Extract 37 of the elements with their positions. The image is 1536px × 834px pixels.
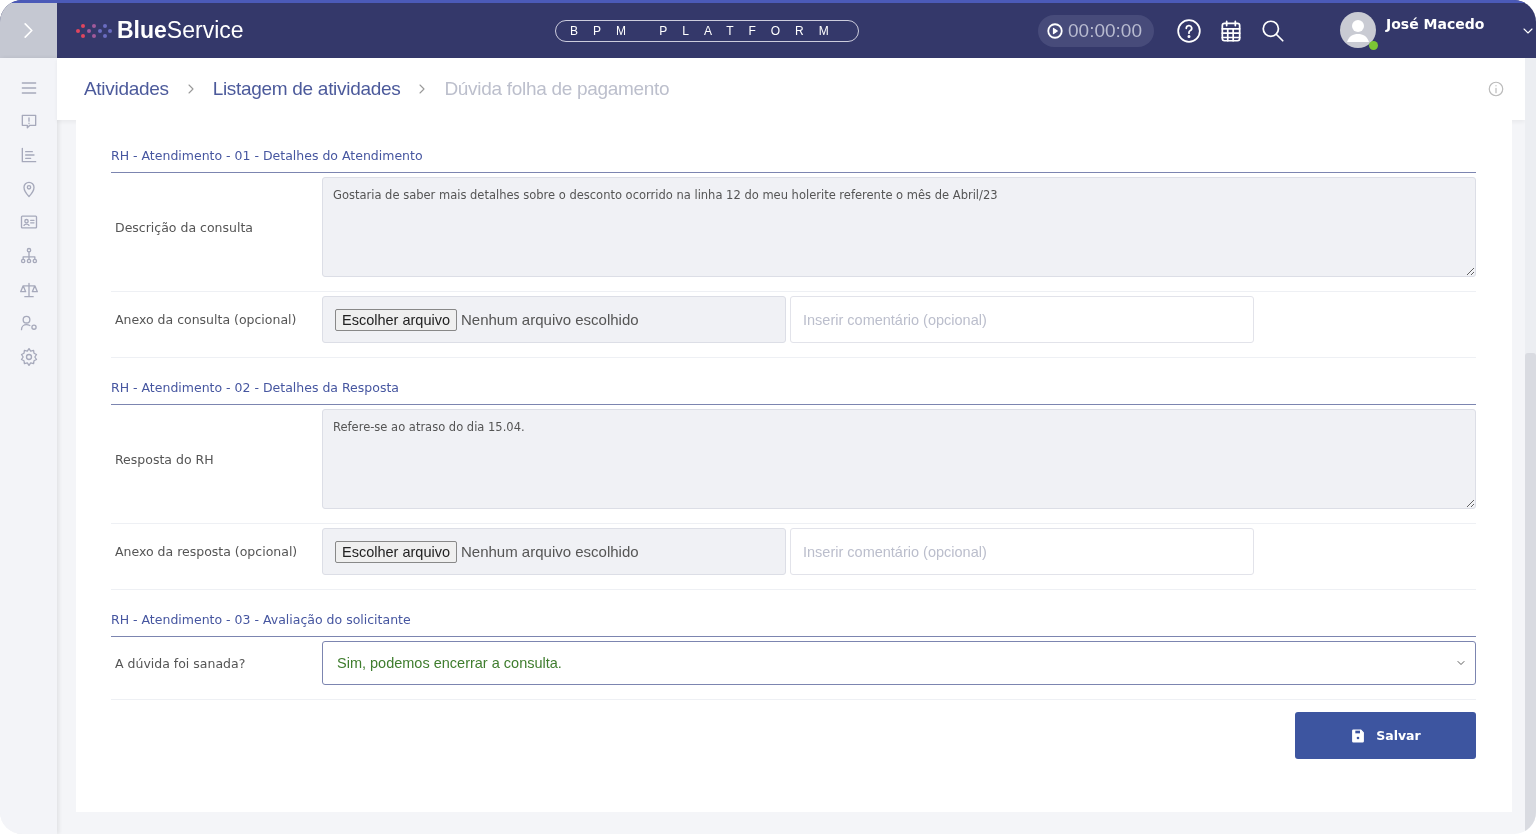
- user-name: José Macedo: [1386, 16, 1485, 32]
- search-icon[interactable]: [1260, 17, 1286, 44]
- info-icon[interactable]: [1487, 80, 1505, 98]
- section-title: RH - Atendimento - 02 - Detalhes da Resposta: [111, 380, 1476, 405]
- chevron-right-icon: [24, 23, 33, 38]
- hierarchy-icon[interactable]: [18, 245, 39, 266]
- text-area[interactable]: Gostaria de saber mais detalhes sobre o desconto ocorrido na linha 12 do meu holerite referente o mês de Abril/23: [322, 177, 1476, 277]
- avatar-icon: [1340, 12, 1376, 48]
- comment-field[interactable]: Inserir comentário (opcional): [790, 296, 1254, 343]
- choose-file-button[interactable]: Escolher arquivo: [335, 308, 457, 331]
- section-title: RH - Atendimento - 03 - Avaliação do solicitante: [111, 612, 1476, 637]
- field-label: Anexo da resposta (opcional): [114, 544, 299, 559]
- section-title: RH - Atendimento - 01 - Detalhes do Atendimento: [111, 148, 1476, 173]
- comment-field[interactable]: Inserir comentário (opcional): [790, 528, 1254, 575]
- breadcrumb-link[interactable]: Atividades: [84, 78, 169, 100]
- field-label: Resposta do RH: [114, 451, 215, 467]
- help-icon[interactable]: [1176, 17, 1202, 44]
- breadcrumb-link[interactable]: Listagem de atividades: [212, 78, 401, 100]
- field-label: A dúvida foi sanada?: [114, 655, 247, 671]
- dropdown[interactable]: Sim, podemos encerrar a consulta.: [322, 641, 1476, 685]
- text-area[interactable]: Refere-se ao atraso do dia 15.04.: [322, 409, 1476, 509]
- choose-file-button[interactable]: Escolher arquivo: [335, 540, 457, 563]
- calendar-icon[interactable]: [1218, 17, 1244, 44]
- file-status: Nenhum arquivo escolhido: [461, 311, 639, 328]
- play-icon: [1046, 21, 1065, 40]
- file-status: Nenhum arquivo escolhido: [461, 543, 639, 560]
- dots-logo-icon: [75, 22, 113, 39]
- field-label: Anexo da consulta (opcional): [114, 312, 298, 327]
- file-input[interactable]: Escolher arquivo Nenhum arquivo escolhido: [322, 296, 786, 343]
- settings-icon[interactable]: [18, 346, 39, 367]
- sidebar-toggle[interactable]: [0, 3, 57, 58]
- save-button[interactable]: Salvar: [1295, 712, 1476, 759]
- field-label: Descrição da consulta: [114, 219, 254, 235]
- brand-name: BlueService: [117, 17, 244, 44]
- timer-button[interactable]: 00:00:00: [1038, 14, 1154, 47]
- file-input[interactable]: Escolher arquivo Nenhum arquivo escolhido: [322, 528, 786, 575]
- breadcrumb-current: Dúvida folha de pagamento: [444, 78, 670, 100]
